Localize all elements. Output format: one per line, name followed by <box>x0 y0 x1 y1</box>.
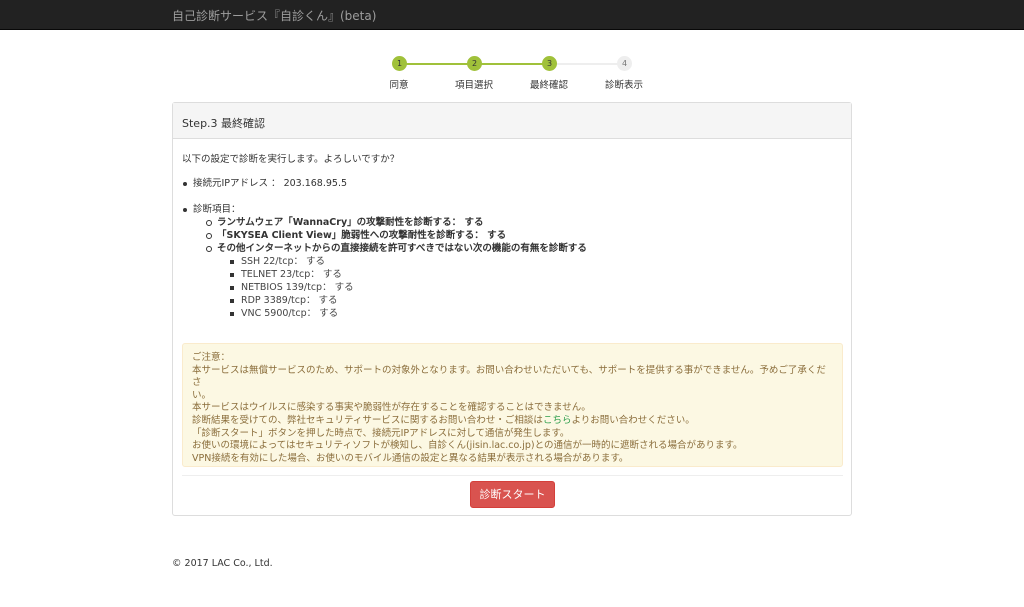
start-diagnosis-button[interactable]: 診断スタート <box>470 481 555 508</box>
step-connector-2 <box>475 63 550 65</box>
step-connector-3 <box>550 63 625 65</box>
item-skysea: 「SKYSEA Client View」脆弱性への攻撃耐性を診断する： する <box>206 229 587 242</box>
notice-line-6: VPN接続を有効にした場合、お使いのモバイル通信の設定と異なる結果が表示される場… <box>192 452 629 464</box>
port-netbios: NETBIOS 139/tcp： する <box>230 281 587 294</box>
step-4-label: 診断表示 <box>604 80 643 91</box>
item-other-services: その他インターネットからの直接接続を許可すべきではない次の機能の有無を診断する … <box>206 243 587 320</box>
notice-line-1: 本サービスは無償サービスのため、サポートの対象外となります。お問い合わせいただい… <box>192 364 826 389</box>
step-2-circle: 2 <box>467 56 482 71</box>
top-navbar: 自己診断サービス『自診くん』(beta) <box>0 0 1024 30</box>
notice-heading: ご注意： <box>192 352 231 363</box>
notice-line-2: 本サービスはウイルスに感染する事実や脆弱性が存在することを確認することはできませ… <box>192 402 591 414</box>
notice-line-5: お使いの環境によってはセキュリティソフトが検知し、自診くん(jisin.lac.… <box>192 440 743 452</box>
diagnosis-item-list: ランサムウェア「WannaCry」の攻撃耐性を診断する： する 「SKYSEA … <box>206 216 587 320</box>
divider <box>182 475 843 476</box>
item-wannacry: ランサムウェア「WannaCry」の攻撃耐性を診断する： する <box>206 216 587 229</box>
notice-alert: ご注意： 本サービスは無償サービスのため、サポートの対象外となります。お問い合わ… <box>182 343 843 467</box>
port-list: SSH 22/tcp： する TELNET 23/tcp： する NETBIOS… <box>230 255 587 320</box>
port-telnet: TELNET 23/tcp： する <box>230 268 587 281</box>
diagnosis-list: 診断項目： ランサムウェア「WannaCry」の攻撃耐性を診断する： する 「S… <box>183 203 587 320</box>
panel-title: Step.3 最終確認 <box>173 103 851 139</box>
port-vnc: VNC 5900/tcp： する <box>230 307 587 320</box>
notice-line-3: 診断結果を受けての、弊社セキュリティサービスに関するお問い合わせ・ご相談はこちら… <box>192 414 695 426</box>
brand-title[interactable]: 自己診断サービス『自診くん』(beta) <box>172 7 376 24</box>
notice-line-4: 「診断スタート」ボタンを押した時点で、接続元IPアドレスに対して通信が発生します… <box>192 427 570 439</box>
step-1-circle: 1 <box>392 56 407 71</box>
footer-copyright: © 2017 LAC Co., Ltd. <box>172 558 273 569</box>
confirm-panel: Step.3 最終確認 以下の設定で診断を実行します。よろしいですか？ 接続元I… <box>172 102 852 516</box>
step-3-label: 最終確認 <box>529 80 568 91</box>
intro-text: 以下の設定で診断を実行します。よろしいですか？ <box>182 154 400 165</box>
step-4-circle: 4 <box>617 56 632 71</box>
port-rdp: RDP 3389/tcp： する <box>230 294 587 307</box>
diagnosis-items-heading: 診断項目： ランサムウェア「WannaCry」の攻撃耐性を診断する： する 「S… <box>183 204 587 320</box>
ip-address-item: 接続元IPアドレス ： 203.168.95.5 <box>182 178 348 189</box>
step-1-label: 同意 <box>389 80 409 91</box>
step-2-label: 項目選択 <box>454 80 493 91</box>
ip-list: 接続元IPアドレス ： 203.168.95.5 <box>182 177 348 190</box>
notice-line-1-cont: い。 <box>192 389 212 401</box>
step-connector-1 <box>399 63 475 65</box>
port-ssh: SSH 22/tcp： する <box>230 255 587 268</box>
contact-link[interactable]: こちら <box>543 415 572 426</box>
step-3-circle: 3 <box>542 56 557 71</box>
progress-steps: 1 2 3 4 同意 項目選択 最終確認 診断表示 <box>0 56 1024 96</box>
